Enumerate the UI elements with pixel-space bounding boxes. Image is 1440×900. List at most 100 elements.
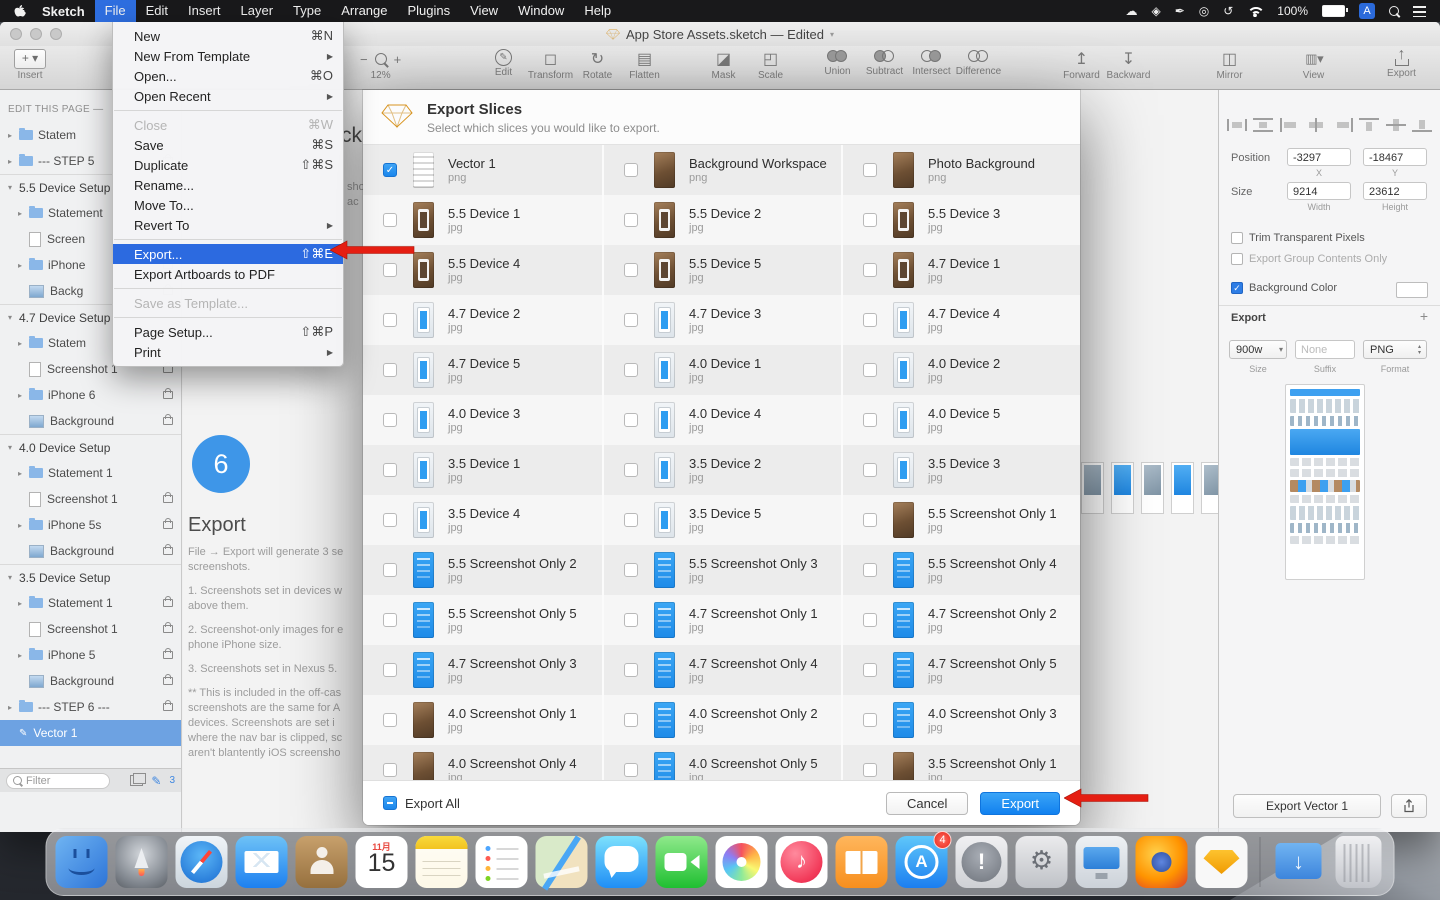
- slice-checkbox-5-5-device-2[interactable]: [624, 213, 638, 227]
- export-all-checkbox[interactable]: [383, 796, 397, 810]
- layer-row-vector-1[interactable]: ✎ Vector 1: [0, 720, 181, 746]
- export-button[interactable]: Export: [980, 791, 1060, 815]
- slice-checkbox-4-7-device-2[interactable]: [383, 313, 397, 327]
- zoom-out-button[interactable]: −: [360, 52, 368, 67]
- toolbar-mask-button[interactable]: Mask: [700, 49, 747, 81]
- toolbar-rotate-button[interactable]: Rotate: [574, 49, 621, 81]
- slice-cell-4-7-device-2[interactable]: 4.7 Device 2 jpg: [363, 295, 602, 345]
- slice-checkbox-4-0-screenshot-only-4[interactable]: [383, 763, 397, 777]
- slice-checkbox-4-0-screenshot-only-5[interactable]: [624, 763, 638, 777]
- slice-checkbox-5-5-device-5[interactable]: [624, 263, 638, 277]
- dock-prefs-icon[interactable]: [1015, 836, 1068, 888]
- dock-itunes-icon[interactable]: [775, 836, 828, 888]
- dock-photos-icon[interactable]: [715, 836, 768, 888]
- file-menu-item-rename[interactable]: Rename...: [113, 175, 343, 195]
- slice-cell-4-7-device-4[interactable]: 4.7 Device 4 jpg: [841, 295, 1080, 345]
- layer-row-background[interactable]: Background: [0, 538, 181, 564]
- slice-cell-4-7-device-3[interactable]: 4.7 Device 3 jpg: [602, 295, 841, 345]
- layer-row-4-0-device-setup[interactable]: ▾ 4.0 Device Setup: [0, 434, 181, 460]
- dock-contacts-icon[interactable]: [295, 836, 348, 888]
- toolbar-scale-button[interactable]: Scale: [747, 49, 794, 81]
- size-width-field[interactable]: 9214: [1287, 182, 1351, 200]
- file-menu-item-duplicate[interactable]: Duplicate ⇧⌘S: [113, 155, 343, 175]
- slice-checkbox-3-5-screenshot-only-1[interactable]: [863, 763, 877, 777]
- menubar-app-name[interactable]: Sketch: [32, 4, 95, 19]
- disclosure-right-icon[interactable]: ▸: [18, 599, 29, 608]
- toolbar-intersect-button[interactable]: Intersect: [908, 49, 955, 77]
- slice-checkbox-4-0-device-3[interactable]: [383, 413, 397, 427]
- layer-row-3-5-device-setup[interactable]: ▾ 3.5 Device Setup: [0, 564, 181, 590]
- share-export-button[interactable]: [1391, 794, 1427, 818]
- align-top-icon[interactable]: [1359, 118, 1380, 132]
- layer-row-iphone-5[interactable]: ▸ iPhone 5: [0, 642, 181, 668]
- slice-cell-4-7-screenshot-only-1[interactable]: 4.7 Screenshot Only 1 jpg: [602, 595, 841, 645]
- disclosure-right-icon[interactable]: ▸: [18, 261, 29, 270]
- export-suffix-field[interactable]: None: [1295, 340, 1355, 359]
- file-menu-item-open[interactable]: Open... ⌘O: [113, 66, 343, 86]
- wifi-icon[interactable]: [1247, 5, 1266, 17]
- spotlight-icon[interactable]: [1389, 6, 1399, 16]
- dock-facetime-icon[interactable]: [655, 836, 708, 888]
- slice-cell-4-0-screenshot-only-3[interactable]: 4.0 Screenshot Only 3 jpg: [841, 695, 1080, 745]
- slice-cell-4-0-screenshot-only-1[interactable]: 4.0 Screenshot Only 1 jpg: [363, 695, 602, 745]
- menubar-item-arrange[interactable]: Arrange: [331, 0, 397, 22]
- disclosure-right-icon[interactable]: ▸: [18, 469, 29, 478]
- slice-cell-4-0-device-2[interactable]: 4.0 Device 2 jpg: [841, 345, 1080, 395]
- dock-launchpad-icon[interactable]: [115, 836, 168, 888]
- slice-checkbox-4-0-screenshot-only-3[interactable]: [863, 713, 877, 727]
- slice-cell-vector-1[interactable]: ✓ Vector 1 png: [363, 145, 602, 195]
- artboard-thumb[interactable]: [1201, 462, 1218, 514]
- layer-row-statement-1[interactable]: ▸ Statement 1: [0, 460, 181, 486]
- slice-checkbox-3-5-device-5[interactable]: [624, 513, 638, 527]
- slice-cell-5-5-screenshot-only-5[interactable]: 5.5 Screenshot Only 5 jpg: [363, 595, 602, 645]
- add-export-size-icon[interactable]: +: [1420, 308, 1428, 324]
- slice-checkbox-4-7-device-3[interactable]: [624, 313, 638, 327]
- disclosure-down-icon[interactable]: ▾: [8, 573, 19, 582]
- file-menu-item-save[interactable]: Save ⌘S: [113, 135, 343, 155]
- dock-mail-icon[interactable]: [235, 836, 288, 888]
- notification-center-icon[interactable]: [1413, 5, 1426, 17]
- input-source-icon[interactable]: A: [1359, 3, 1375, 19]
- toolbar-forward-button[interactable]: Forward: [1058, 49, 1105, 81]
- position-x-field[interactable]: -3297: [1287, 148, 1351, 166]
- export-vector-button[interactable]: Export Vector 1: [1233, 794, 1381, 818]
- disclosure-right-icon[interactable]: ▸: [18, 209, 29, 218]
- slice-checkbox-4-0-device-1[interactable]: [624, 363, 638, 377]
- export-group-contents-checkbox[interactable]: [1231, 253, 1243, 265]
- dock-notes-icon[interactable]: [415, 836, 468, 888]
- menubar-item-insert[interactable]: Insert: [178, 0, 231, 22]
- cloud-icon[interactable]: ☁: [1125, 4, 1137, 18]
- dock-maps-icon[interactable]: [535, 836, 588, 888]
- menubar-item-window[interactable]: Window: [508, 0, 574, 22]
- slice-checkbox-4-0-screenshot-only-1[interactable]: [383, 713, 397, 727]
- toolbar-view-button[interactable]: View: [1290, 49, 1337, 81]
- menubar-item-view[interactable]: View: [460, 0, 508, 22]
- toolbar-subtract-button[interactable]: Subtract: [861, 49, 908, 77]
- file-menu-item-revert-to[interactable]: Revert To ▶: [113, 215, 343, 235]
- slice-cell-4-7-screenshot-only-4[interactable]: 4.7 Screenshot Only 4 jpg: [602, 645, 841, 695]
- slice-cell-4-7-screenshot-only-3[interactable]: 4.7 Screenshot Only 3 jpg: [363, 645, 602, 695]
- toolbar-export-button[interactable]: Export: [1378, 46, 1425, 79]
- zoom-window-button[interactable]: [50, 28, 62, 40]
- slice-cell-4-0-device-1[interactable]: 4.0 Device 1 jpg: [602, 345, 841, 395]
- dock-downloads-icon[interactable]: [1273, 836, 1325, 888]
- toolbar-backward-button[interactable]: Backward: [1105, 49, 1152, 81]
- menubar-item-file[interactable]: File: [94, 0, 136, 22]
- artboard-thumb[interactable]: [1081, 462, 1104, 514]
- slice-cell-5-5-screenshot-only-4[interactable]: 5.5 Screenshot Only 4 jpg: [841, 545, 1080, 595]
- toolbar-flatten-button[interactable]: Flatten: [621, 49, 668, 81]
- align-left-icon[interactable]: [1279, 118, 1300, 132]
- toolbar-transform-button[interactable]: Transform: [527, 49, 574, 81]
- background-color-well[interactable]: [1396, 282, 1428, 298]
- filter-input[interactable]: Filter: [6, 772, 110, 789]
- dock-sketch-icon[interactable]: [1195, 836, 1248, 888]
- dock-safari-icon[interactable]: [175, 836, 228, 888]
- disclosure-right-icon[interactable]: ▸: [18, 651, 29, 660]
- layer-row-statement-1[interactable]: ▸ Statement 1: [0, 590, 181, 616]
- apple-menu-icon[interactable]: [6, 4, 32, 19]
- disclosure-right-icon[interactable]: ▸: [8, 131, 19, 140]
- slice-checkbox-vector-1[interactable]: ✓: [383, 163, 397, 177]
- slice-checkbox-5-5-screenshot-only-3[interactable]: [624, 563, 638, 577]
- toolbar-insert-button[interactable]: + ▾ Insert: [14, 49, 46, 81]
- disclosure-right-icon[interactable]: ▸: [18, 391, 29, 400]
